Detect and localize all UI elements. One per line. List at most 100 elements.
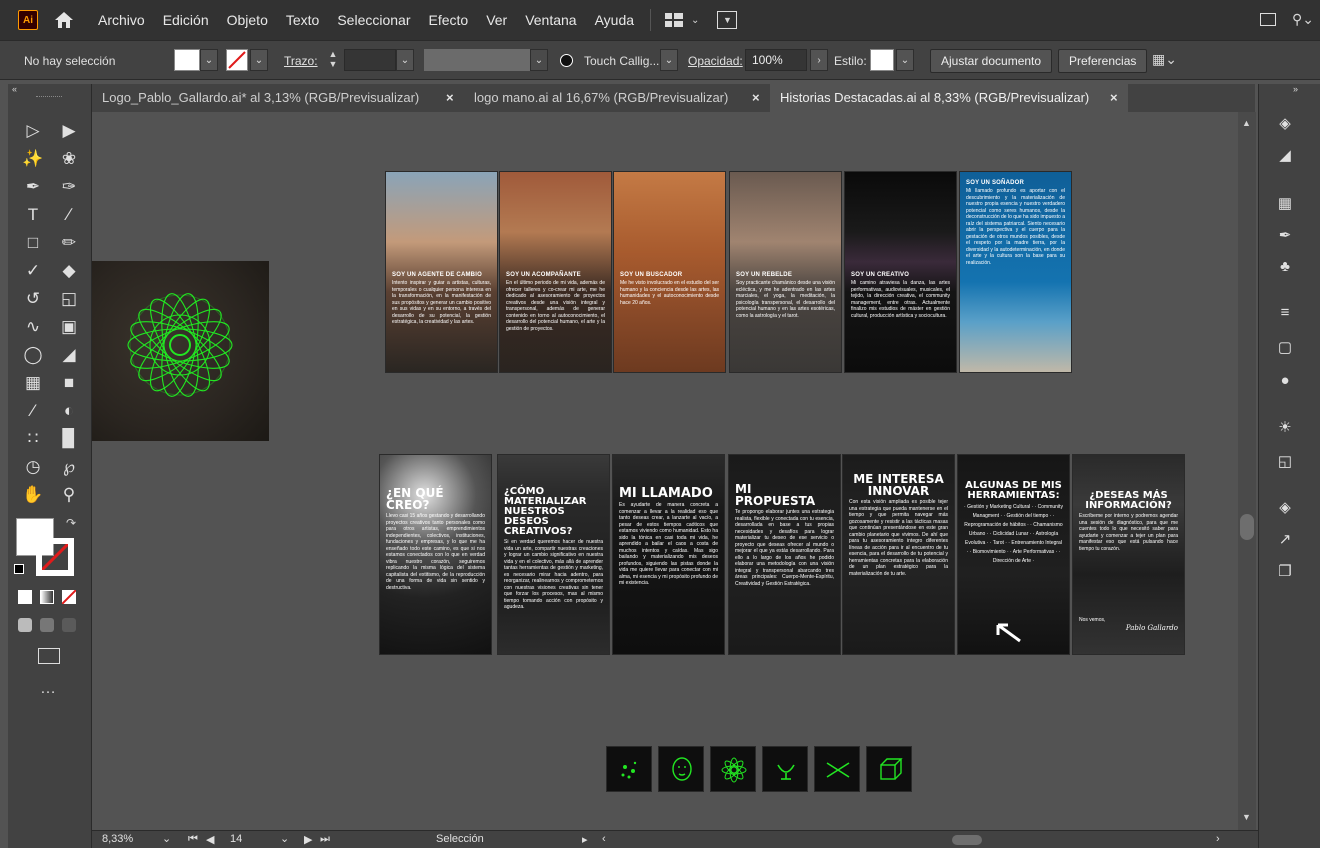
blend-tool-icon[interactable]: ◐ [58,400,80,422]
none-mode-icon[interactable] [61,589,77,605]
curvature-tool-icon[interactable]: ✑ [58,176,80,198]
story-panel-mi-propuesta[interactable]: MI PROPUESTA Te propongo elaborar juntes… [728,454,841,655]
draw-behind-icon[interactable] [40,618,54,632]
icon-tile-mandala[interactable] [710,746,756,792]
send-icon[interactable]: ▼ [717,11,738,29]
zoom-tool-icon[interactable]: ⚲ [58,484,80,506]
close-icon[interactable]: × [446,90,454,105]
variable-width-profile[interactable] [424,49,530,71]
last-artboard-icon[interactable]: ⏭ [320,833,330,846]
chevron-down-icon[interactable]: ⌄ [691,15,699,26]
stroke-dropdown[interactable]: ⌄ [250,49,268,71]
status-arrow-icon[interactable]: ▸ [582,833,588,846]
stroke-width-dropdown[interactable]: ⌄ [396,49,414,71]
color-mode-icon[interactable] [18,590,32,604]
story-panel-en-que-creo[interactable]: ¿EN QUÉ CREO? Llevo casi 15 años gestand… [379,454,492,655]
story-panel-herramientas[interactable]: ALGUNAS DE MIS HERRAMIENTAS: · Gestión y… [957,454,1070,655]
style-dropdown[interactable]: ⌄ [896,49,914,71]
close-icon[interactable]: × [752,90,760,105]
perspective-grid-tool-icon[interactable]: ◢ [58,344,80,366]
rectangle-tool-icon[interactable]: □ [22,232,44,254]
horizontal-scroll-thumb[interactable] [952,835,982,845]
stroke-width-input[interactable] [344,49,396,71]
paintbrush-tool-icon[interactable]: ✏ [58,232,80,254]
adjust-document-button[interactable]: Ajustar documento [930,49,1053,73]
icon-tile-fish[interactable] [814,746,860,792]
rotate-tool-icon[interactable]: ↺ [22,288,44,310]
brushes-icon[interactable]: ✒ [1273,226,1297,246]
tab-logo-mano[interactable]: logo mano.ai al 16,67% (RGB/Previsualiza… [464,84,744,112]
hscroll-right-icon[interactable]: › [1216,833,1220,845]
menu-efecto[interactable]: Efecto [428,12,468,28]
panel-collapse-icon[interactable]: » [1293,84,1298,94]
profile-dropdown[interactable]: ⌄ [530,49,548,71]
mesh-tool-icon[interactable]: ▦ [22,372,44,394]
slice-tool-icon[interactable]: ℘ [58,456,80,478]
story-panel-mi-llamado[interactable]: MI LLAMADO Es ayudarte de manera concret… [612,454,725,655]
draw-inside-icon[interactable] [62,618,76,632]
opacity-arrow[interactable]: › [810,49,828,71]
lasso-tool-icon[interactable]: ❀ [58,148,80,170]
scroll-thumb[interactable] [1240,514,1254,540]
more-tools-icon[interactable]: … [40,680,57,698]
symbols-icon[interactable]: ♣ [1273,258,1297,278]
workspace-grid-icon[interactable] [665,13,684,27]
direct-selection-tool-icon[interactable]: ▶ [58,120,80,142]
icon-tile-face[interactable] [658,746,704,792]
shaper-tool-icon[interactable]: ✓ [22,260,44,282]
layers-icon[interactable]: ◈ [1273,498,1297,518]
artboard-tool-icon[interactable]: ◷ [22,456,44,478]
artboards-icon[interactable]: ❐ [1273,562,1297,582]
gradient-panel-icon[interactable]: ▢ [1273,338,1297,358]
story-panel-buscador[interactable]: SOY UN BUSCADOR Me he visto involucrado … [613,171,726,373]
symbol-sprayer-tool-icon[interactable]: ∷ [22,428,44,450]
stroke-panel-icon[interactable]: ≡ [1273,304,1297,324]
hand-tool-icon[interactable]: ✋ [22,484,44,506]
tab-logo-pablo[interactable]: Logo_Pablo_Gallardo.ai* al 3,13% (RGB/Pr… [92,84,442,112]
opacity-input[interactable]: 100% [745,49,807,71]
zoom-dropdown-icon[interactable]: ⌄ [162,832,171,845]
swatches-icon[interactable]: ▦ [1273,194,1297,214]
style-swatch[interactable] [870,49,894,71]
stroke-stepper[interactable]: ▲ ▼ [322,49,344,71]
arrange-documents-icon[interactable] [1260,13,1276,26]
logo-artboard[interactable] [92,261,269,441]
stroke-label[interactable]: Trazo: [284,54,318,68]
preferences-button[interactable]: Preferencias [1058,49,1148,73]
transparency-icon[interactable]: ● [1273,372,1297,392]
close-icon[interactable]: × [1110,90,1118,105]
story-panel-agente[interactable]: SOY UN AGENTE DE CAMBIO Intento inspirar… [385,171,498,373]
menu-archivo[interactable]: Archivo [98,12,145,28]
appearance-icon[interactable]: ☀ [1273,418,1297,438]
icon-tile-hand[interactable] [762,746,808,792]
story-panel-materializar[interactable]: ¿CÓMO MATERIALIZAR NUESTROS DESEOS CREAT… [497,454,610,655]
brush-dropdown[interactable]: ⌄ [660,49,678,71]
icon-tile-cube[interactable] [866,746,912,792]
tab-historias-destacadas[interactable]: Historias Destacadas.ai al 8,33% (RGB/Pr… [770,84,1128,112]
scroll-down-icon[interactable]: ▼ [1242,812,1251,822]
screen-mode-icon[interactable] [38,648,60,664]
scale-tool-icon[interactable]: ◱ [58,288,80,310]
panel-grip[interactable] [36,96,62,99]
artboard-number[interactable]: 14 [230,833,242,845]
app-logo[interactable]: Ai [18,10,38,30]
first-artboard-icon[interactable]: ⏮ [188,833,198,846]
menu-ver[interactable]: Ver [486,12,507,28]
prev-artboard-icon[interactable]: ◀ [206,833,214,846]
next-artboard-icon[interactable]: ▶ [304,833,312,846]
story-panel-rebelde[interactable]: SOY UN REBELDE Soy practicante chamánico… [729,171,842,373]
search-icon[interactable]: ⚲⌄ [1292,11,1314,28]
free-transform-tool-icon[interactable]: ▣ [58,316,80,338]
eraser-tool-icon[interactable]: ◆ [58,260,80,282]
default-colors-icon[interactable] [14,564,24,574]
scroll-up-icon[interactable]: ▲ [1242,118,1251,128]
fill-dropdown[interactable]: ⌄ [200,49,218,71]
pen-tool-icon[interactable]: ✒ [22,176,44,198]
eyedropper-tool-icon[interactable]: ⁄ [22,400,44,422]
export-icon[interactable]: ↗ [1273,530,1297,550]
color-guide-icon[interactable]: ◢ [1273,146,1297,166]
panel-collapse-icon[interactable]: « [12,84,17,94]
icon-tile-sparkle[interactable] [606,746,652,792]
story-panel-innovar[interactable]: ME INTERESA INNOVAR Con esta visión ampl… [842,454,955,655]
column-graph-tool-icon[interactable]: ▉ [58,428,80,450]
